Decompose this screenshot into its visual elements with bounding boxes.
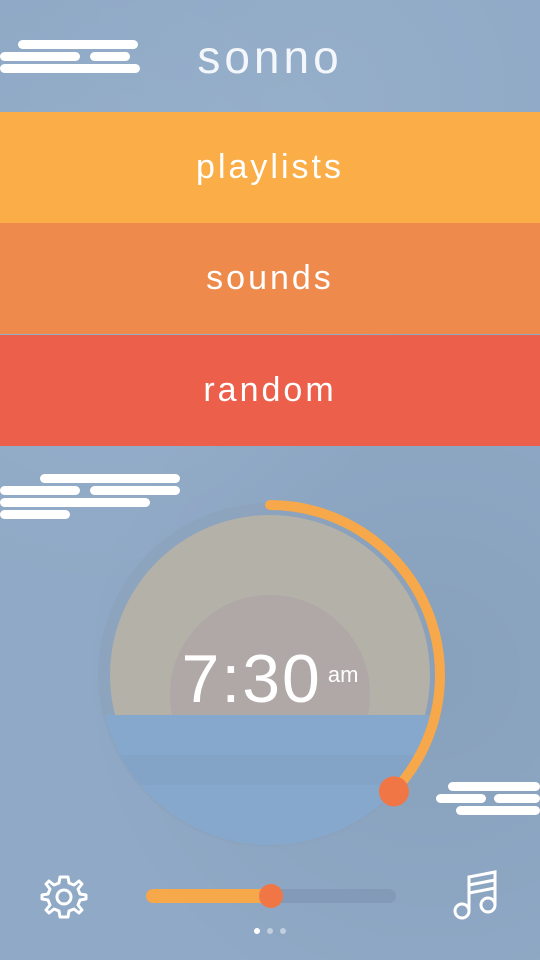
menu-item-label: random [203,371,337,409]
menu-item-label: playlists [196,148,344,186]
volume-fill [146,889,271,903]
alarm-time: 7:30 [181,641,322,717]
app-title: sonno [197,31,343,83]
settings-button[interactable] [40,873,88,921]
alarm-time-display: 7:30 am [0,640,540,718]
menu-item-label: sounds [206,259,334,297]
cloud-decoration-bottom [436,780,540,830]
bottom-bar [0,865,540,925]
volume-knob[interactable] [259,884,283,908]
menu-item-playlists[interactable]: playlists [0,112,540,223]
music-button[interactable] [450,869,502,921]
page-dot[interactable] [254,928,260,934]
page-indicator [0,928,540,934]
page-dot[interactable] [267,928,273,934]
gear-icon [40,875,88,919]
alarm-knob[interactable] [378,776,409,807]
menu-item-random[interactable]: random [0,335,540,446]
page-dot[interactable] [280,928,286,934]
volume-track[interactable] [146,884,396,908]
music-note-icon [453,870,497,920]
menu-item-sounds[interactable]: sounds [0,223,540,334]
alarm-period: am [327,662,359,687]
